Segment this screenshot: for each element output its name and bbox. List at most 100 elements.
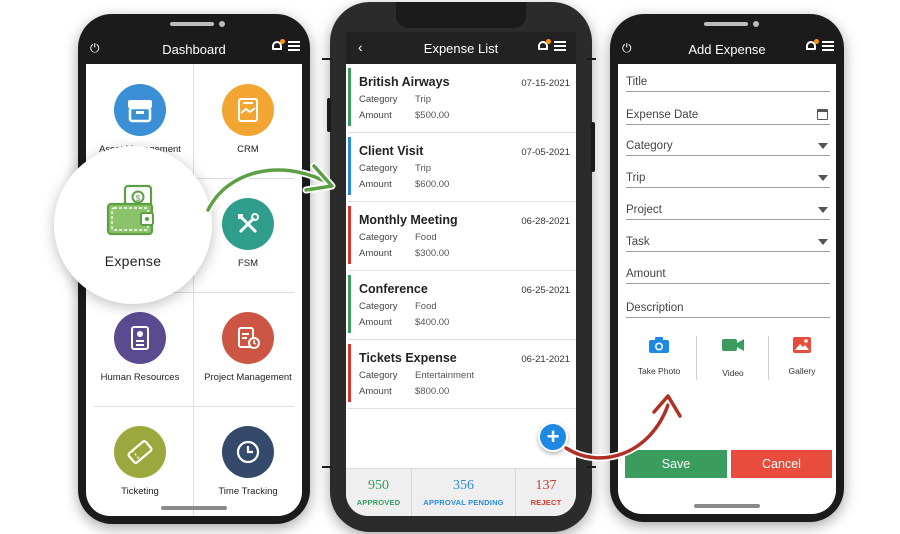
profile-checklist-icon — [114, 312, 166, 364]
expense-date-field[interactable]: Expense Date — [626, 103, 830, 125]
tile-label: Expense — [104, 252, 162, 269]
category-label: Category — [359, 94, 398, 105]
category-label: Category — [359, 370, 398, 381]
description-field[interactable]: Description — [626, 296, 830, 318]
add-expense-title: Add Expense — [688, 41, 766, 57]
pending-stat[interactable]: 356 APPROVAL PENDING — [412, 469, 516, 516]
add-expense-screen: Title Expense Date Category Trip Project… — [618, 64, 836, 514]
status-indicator — [348, 137, 351, 195]
project-select[interactable]: Project — [626, 198, 830, 220]
expense-date: 07-15-2021 — [521, 78, 570, 89]
expense-list-phone: ‹ Expense List British Airways 07-15-202… — [327, 2, 595, 532]
expense-row[interactable]: Conference 06-25-2021 Category Food Amoun… — [348, 271, 576, 340]
add-expense-phone: ⏻ Add Expense Title Expense Date Categor… — [610, 14, 844, 522]
expense-row[interactable]: Client Visit 07-05-2021 Category Trip Amo… — [348, 133, 576, 202]
expense-amount: $500.00 — [415, 110, 450, 121]
chevron-down-icon — [818, 175, 828, 181]
approved-stat[interactable]: 950 APPROVED — [346, 469, 412, 516]
notification-bell-icon[interactable] — [272, 39, 285, 52]
power-icon[interactable]: ⏻ — [90, 41, 100, 56]
notch — [396, 2, 526, 28]
chevron-down-icon — [818, 143, 828, 149]
add-expense-topbar: ⏻ Add Expense — [610, 32, 844, 66]
expense-title: Conference — [359, 282, 428, 296]
status-indicator — [348, 275, 351, 333]
pending-count: 356 — [453, 478, 474, 493]
front-camera — [753, 21, 759, 27]
video-camera-icon — [721, 336, 745, 354]
amount-field[interactable]: Amount — [626, 262, 830, 284]
media-label: Take Photo — [637, 366, 681, 376]
title-field[interactable]: Title — [626, 70, 830, 92]
divider-dash — [322, 466, 332, 468]
dashboard-topbar: ⏻ Dashboard — [78, 32, 310, 66]
expense-list-title: Expense List — [423, 40, 499, 56]
calendar-icon[interactable] — [817, 109, 828, 120]
amount-label: Amount — [359, 317, 392, 328]
tile-time-tracking[interactable]: Time Tracking — [194, 406, 302, 516]
tile-expense[interactable]: $ Expense — [54, 146, 212, 304]
handshake-icon — [222, 84, 274, 136]
speaker — [704, 22, 748, 26]
take-photo-button[interactable]: Take Photo — [624, 336, 694, 376]
expense-title: British Airways — [359, 75, 450, 89]
expense-row[interactable]: British Airways 07-15-2021 Category Trip … — [348, 64, 576, 133]
field-label: Expense Date — [626, 109, 699, 121]
reject-count: 137 — [535, 478, 557, 493]
front-camera — [219, 21, 225, 27]
gallery-button[interactable]: Gallery — [767, 336, 836, 376]
amount-label: Amount — [359, 248, 392, 259]
field-label: Project — [626, 204, 662, 216]
camera-icon — [648, 336, 670, 354]
tile-label: Time Tracking — [218, 486, 278, 497]
back-arrow-icon[interactable]: ‹ — [358, 39, 363, 55]
wallet-money-icon: $ — [103, 182, 163, 245]
reject-stat[interactable]: 137 REJECT — [516, 469, 576, 516]
expense-row[interactable]: Monthly Meeting 06-28-2021 Category Food … — [348, 202, 576, 271]
expense-date: 06-28-2021 — [521, 216, 570, 227]
clock-icon — [222, 426, 274, 478]
expense-category: Trip — [415, 94, 432, 105]
power-icon[interactable]: ⏻ — [622, 41, 632, 56]
status-indicator — [348, 68, 351, 126]
category-select[interactable]: Category — [626, 134, 830, 156]
expense-category: Entertainment — [415, 370, 475, 381]
amount-label: Amount — [359, 386, 392, 397]
video-button[interactable]: Video — [698, 336, 768, 378]
tile-label: Project Management — [204, 372, 292, 383]
save-button[interactable]: Save — [625, 450, 727, 478]
chevron-down-icon — [818, 239, 828, 245]
hamburger-menu-icon[interactable] — [822, 41, 834, 51]
hamburger-menu-icon[interactable] — [288, 41, 300, 51]
archive-box-icon — [114, 84, 166, 136]
ticket-icon — [114, 426, 166, 478]
notification-bell-icon[interactable] — [538, 39, 551, 52]
tile-ticketing[interactable]: Ticketing — [86, 406, 194, 516]
tile-project-management[interactable]: Project Management — [194, 292, 302, 406]
status-indicator — [348, 206, 351, 264]
add-expense-fab[interactable]: + — [538, 422, 568, 452]
field-label: Task — [626, 236, 650, 248]
divider-dash — [586, 466, 596, 468]
trip-select[interactable]: Trip — [626, 166, 830, 188]
notification-bell-icon[interactable] — [806, 39, 819, 52]
tile-human-resources[interactable]: Human Resources — [86, 292, 194, 406]
clipboard-clock-icon — [222, 312, 274, 364]
cancel-button[interactable]: Cancel — [731, 450, 832, 478]
status-summary: 950 APPROVED 356 APPROVAL PENDING 137 RE… — [346, 468, 576, 516]
home-indicator — [694, 504, 760, 508]
media-label: Video — [722, 368, 744, 378]
expense-date: 07-05-2021 — [521, 147, 570, 158]
divider-dash — [322, 58, 332, 60]
tile-crm[interactable]: CRM — [194, 64, 302, 178]
task-select[interactable]: Task — [626, 230, 830, 252]
tile-label: FSM — [237, 258, 259, 269]
expense-row[interactable]: Tickets Expense 06-21-2021 Category Enter… — [348, 340, 576, 409]
pending-caption: APPROVAL PENDING — [423, 498, 504, 507]
amount-label: Amount — [359, 110, 392, 121]
field-label: Category — [626, 140, 673, 152]
category-label: Category — [359, 301, 398, 312]
hamburger-menu-icon[interactable] — [554, 41, 566, 51]
approved-caption: APPROVED — [356, 498, 401, 507]
tile-label: CRM — [237, 144, 259, 155]
